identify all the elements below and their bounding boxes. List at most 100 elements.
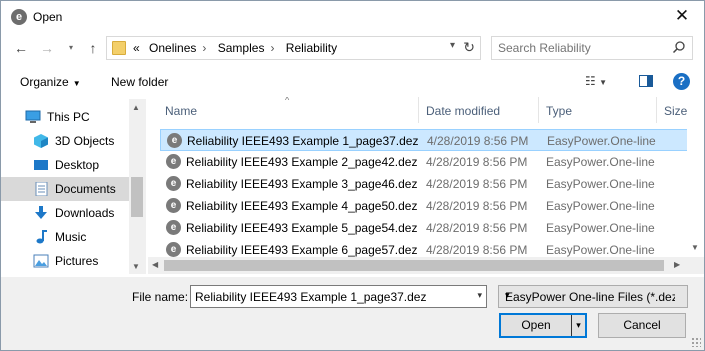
- sidebar-item-label: Downloads: [55, 206, 115, 220]
- breadcrumb-samples[interactable]: Samples: [218, 41, 265, 55]
- column-headers: ^ Name Date modified Type Size: [148, 97, 704, 123]
- cancel-button[interactable]: Cancel: [598, 313, 686, 338]
- preview-pane-icon[interactable]: [639, 75, 653, 87]
- organize-menu[interactable]: Organize ▼: [20, 75, 81, 89]
- file-date: 4/28/2019 8:56 PM: [426, 177, 528, 191]
- file-name: Reliability IEEE493 Example 2_page42.dez: [186, 155, 418, 169]
- easypower-file-icon: e: [166, 176, 181, 191]
- file-name: Reliability IEEE493 Example 4_page50.dez: [186, 199, 418, 213]
- folder-icon: [112, 41, 126, 55]
- open-dialog: e Open ✕ ← → ▾ ↑ « Onelines › Samples › Re…: [0, 0, 705, 351]
- file-name-value[interactable]: Reliability IEEE493 Example 1_page37.dez: [195, 290, 426, 304]
- easypower-file-icon: e: [166, 198, 181, 213]
- file-name: Reliability IEEE493 Example 1_page37.dez: [187, 134, 419, 148]
- up-arrow-icon[interactable]: ↑: [83, 38, 103, 58]
- open-button[interactable]: Open ▾: [499, 313, 587, 338]
- file-type: EasyPower.One-line: [546, 221, 655, 235]
- sort-ascending-icon: ^: [285, 97, 290, 105]
- footer-panel: File name: Reliability IEEE493 Example 1…: [1, 277, 704, 350]
- download-icon: [35, 206, 47, 219]
- recent-locations-chevron-icon[interactable]: ▾: [61, 38, 81, 58]
- scrollbar-thumb[interactable]: [131, 177, 143, 217]
- scroll-up-icon[interactable]: ▲: [132, 103, 140, 112]
- breadcrumb-overflow[interactable]: «: [133, 41, 140, 55]
- sidebar-item-downloads[interactable]: Downloads: [1, 201, 131, 225]
- file-date: 4/28/2019 8:56 PM: [427, 134, 529, 148]
- organize-label: Organize: [20, 75, 69, 89]
- chevron-down-icon: ▼: [72, 79, 81, 88]
- chevron-right-icon[interactable]: ›: [202, 41, 206, 55]
- sidebar-scrollbar[interactable]: ▲ ▼: [129, 99, 146, 274]
- file-date: 4/28/2019 8:56 PM: [426, 221, 528, 235]
- sidebar-item-documents[interactable]: Documents: [1, 177, 131, 201]
- new-folder-button[interactable]: New folder: [111, 75, 168, 89]
- file-row[interactable]: e Reliability IEEE493 Example 6_page57.d…: [160, 239, 688, 257]
- file-type: EasyPower.One-line: [547, 134, 656, 148]
- change-view-button[interactable]: ☷ ▼: [585, 74, 617, 90]
- column-header-date[interactable]: Date modified: [426, 104, 500, 118]
- search-box[interactable]: [491, 36, 693, 60]
- file-type-filter-select[interactable]: EasyPower One-line Files (*.dez ▾: [498, 285, 688, 308]
- easypower-file-icon: e: [167, 133, 182, 148]
- scroll-left-icon[interactable]: ◀: [152, 260, 158, 269]
- chevron-down-icon[interactable]: ▾: [477, 290, 482, 301]
- easypower-file-icon: e: [166, 154, 181, 169]
- address-bar[interactable]: « Onelines › Samples › Reliability ▾ ↻: [106, 36, 481, 60]
- cube-icon: [34, 134, 48, 148]
- sidebar-item-desktop[interactable]: Desktop: [1, 153, 131, 177]
- scroll-down-icon[interactable]: ▼: [691, 243, 699, 252]
- file-name: Reliability IEEE493 Example 3_page46.dez: [186, 177, 418, 191]
- chevron-right-icon[interactable]: ›: [270, 41, 274, 55]
- file-type: EasyPower.One-line: [546, 177, 655, 191]
- file-type: EasyPower.One-line: [546, 243, 655, 257]
- scrollbar-corner: [687, 257, 704, 274]
- desktop-icon: [34, 160, 48, 170]
- file-name: Reliability IEEE493 Example 6_page57.dez: [186, 243, 418, 257]
- music-icon: [36, 230, 47, 244]
- file-row[interactable]: e Reliability IEEE493 Example 2_page42.d…: [160, 151, 688, 173]
- sidebar-item-label: Desktop: [55, 158, 100, 172]
- scrollbar-thumb[interactable]: [164, 260, 664, 271]
- close-button[interactable]: ✕: [670, 5, 694, 27]
- column-header-size[interactable]: Size: [664, 104, 687, 118]
- navigation-bar: ← → ▾ ↑ « Onelines › Samples › Reliability…: [1, 34, 704, 64]
- sidebar-item-3d-objects[interactable]: 3D Objects: [1, 129, 131, 153]
- sidebar-item-music[interactable]: Music: [1, 225, 131, 249]
- breadcrumb-onelines[interactable]: Onelines: [149, 41, 196, 55]
- back-arrow-icon[interactable]: ←: [11, 38, 31, 58]
- file-row[interactable]: e Reliability IEEE493 Example 5_page54.d…: [160, 217, 688, 239]
- file-row[interactable]: e Reliability IEEE493 Example 1_page37.d…: [160, 129, 688, 151]
- window-title: Open: [33, 10, 63, 24]
- easypower-file-icon: e: [166, 242, 181, 257]
- column-divider: [418, 97, 419, 123]
- chevron-down-icon: ▾: [505, 290, 510, 300]
- scroll-right-icon[interactable]: ▶: [674, 260, 680, 269]
- file-row[interactable]: e Reliability IEEE493 Example 3_page46.d…: [160, 173, 688, 195]
- open-options-dropdown[interactable]: ▾: [571, 315, 585, 336]
- command-bar: Organize ▼ New folder ☷ ▼ ?: [1, 67, 704, 97]
- column-divider: [538, 97, 539, 123]
- file-list-vertical-scrollbar[interactable]: ▼: [687, 97, 704, 257]
- details-view-icon: ☷: [585, 74, 596, 88]
- search-input[interactable]: [498, 40, 668, 56]
- easypower-file-icon: e: [166, 220, 181, 235]
- navigation-pane: This PC 3D Objects Desktop Documents Dow…: [1, 99, 146, 274]
- help-icon[interactable]: ?: [673, 73, 690, 90]
- file-row[interactable]: e Reliability IEEE493 Example 4_page50.d…: [160, 195, 688, 217]
- resize-grip-icon[interactable]: [691, 337, 701, 347]
- sidebar-item-pictures[interactable]: Pictures: [1, 249, 131, 273]
- file-name-field[interactable]: Reliability IEEE493 Example 1_page37.dez…: [190, 285, 487, 308]
- breadcrumb-reliability[interactable]: Reliability: [286, 41, 337, 55]
- refresh-icon[interactable]: ↻: [463, 39, 475, 56]
- sidebar-item-label: 3D Objects: [55, 134, 115, 148]
- forward-arrow-icon[interactable]: →: [37, 38, 57, 58]
- column-header-type[interactable]: Type: [546, 104, 572, 118]
- scroll-down-icon[interactable]: ▼: [132, 262, 140, 271]
- column-header-name[interactable]: Name: [165, 104, 197, 118]
- sidebar-item-this-pc[interactable]: This PC: [1, 105, 131, 129]
- search-icon[interactable]: [672, 40, 686, 54]
- file-type: EasyPower.One-line: [546, 199, 655, 213]
- file-list-horizontal-scrollbar[interactable]: ◀ ▶: [148, 257, 687, 274]
- sidebar-item-label: Music: [55, 230, 87, 244]
- address-dropdown-icon[interactable]: ▾: [450, 40, 455, 51]
